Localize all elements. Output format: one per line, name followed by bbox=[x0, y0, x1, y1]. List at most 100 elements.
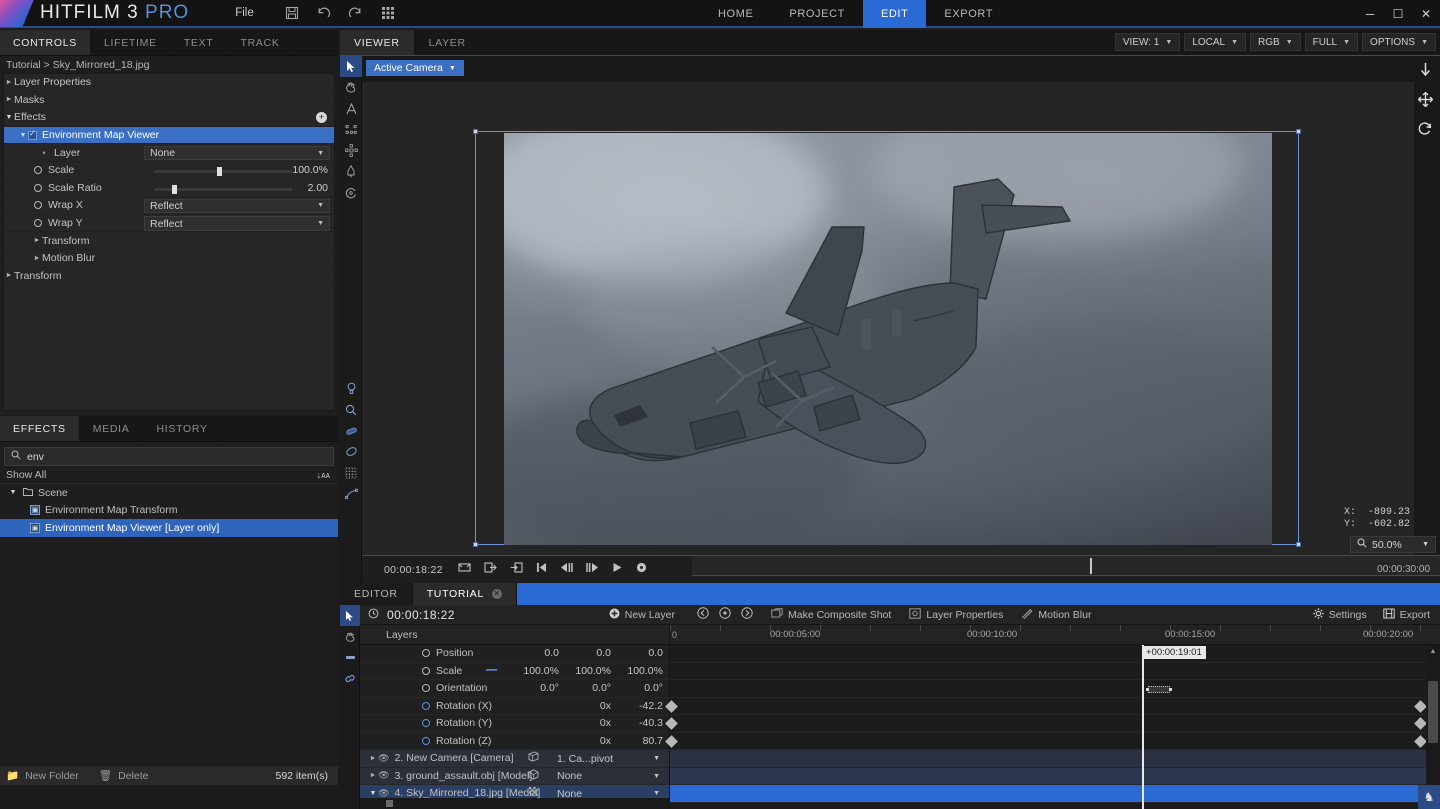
keyframe-stopwatch-icon[interactable] bbox=[422, 719, 430, 728]
loop-icon[interactable] bbox=[458, 562, 471, 576]
mask-path-icon[interactable] bbox=[340, 483, 362, 504]
value-y[interactable]: 100.0% bbox=[559, 665, 611, 677]
chevron-right-icon[interactable]: ► bbox=[4, 79, 14, 86]
chevron-down-icon[interactable]: ▼ bbox=[368, 790, 378, 797]
tab-layer[interactable]: LAYER bbox=[415, 30, 481, 55]
keyframe-marker[interactable] bbox=[1414, 734, 1427, 748]
track-row-ground-assault[interactable] bbox=[670, 767, 1426, 785]
track-row-sky-mirrored[interactable] bbox=[670, 785, 1426, 803]
tree-row-effects[interactable]: ▼ Effects + bbox=[4, 109, 334, 127]
track-row-rotation-x[interactable] bbox=[665, 698, 1427, 715]
text-icon[interactable] bbox=[340, 98, 362, 119]
move-gizmo-icon[interactable] bbox=[340, 140, 362, 161]
viewer-timecode[interactable]: 00:00:18:22 bbox=[384, 564, 443, 576]
tab-controls[interactable]: CONTROLS bbox=[0, 30, 91, 55]
tree-row-layer[interactable]: • Layer None ▼ bbox=[4, 144, 334, 162]
select-arrow-icon[interactable] bbox=[340, 56, 362, 77]
delete-button[interactable]: Delete bbox=[118, 770, 148, 782]
keyframe-marker[interactable] bbox=[1414, 699, 1427, 713]
keyframe-stopwatch-icon[interactable] bbox=[422, 701, 430, 710]
save-icon[interactable] bbox=[284, 5, 300, 21]
tree-row-transform[interactable]: ► Transform bbox=[4, 268, 334, 286]
timeline-playhead[interactable] bbox=[1142, 645, 1144, 809]
new-layer-button[interactable]: New Layer bbox=[609, 608, 675, 622]
property-values[interactable]: 0x -42.2 bbox=[559, 700, 663, 712]
property-row-rotation-y[interactable]: Rotation (Y) 0x -40.3 bbox=[360, 715, 669, 733]
scale-ratio-value[interactable]: 2.00 bbox=[308, 182, 328, 194]
timeline-export-button[interactable]: Export bbox=[1382, 608, 1430, 622]
timeline-ruler[interactable]: 0 00:00:05:00 00:00:10:00 00:00:15:00 00… bbox=[670, 625, 1440, 645]
layer-row-new-camera[interactable]: ► 👁 2. New Camera [Camera] 1. Ca...pivot… bbox=[360, 750, 669, 768]
viewer-scrub-bar[interactable] bbox=[692, 556, 1440, 576]
scale-value[interactable]: 100.0% bbox=[292, 164, 328, 176]
view-count-dropdown[interactable]: VIEW: 1 ▼ bbox=[1114, 33, 1181, 51]
tree-row-scale-ratio[interactable]: Scale Ratio 2.00 bbox=[4, 180, 334, 198]
keyframe-stopwatch-icon[interactable] bbox=[422, 649, 430, 658]
chevron-down-icon[interactable]: ▼ bbox=[4, 114, 14, 121]
orbit-icon[interactable] bbox=[340, 182, 362, 203]
nav-tab-edit[interactable]: EDIT bbox=[862, 0, 927, 28]
value-degrees[interactable]: -40.3 bbox=[611, 717, 663, 729]
tab-track[interactable]: TRACK bbox=[227, 30, 294, 55]
keyframe-stopwatch-icon[interactable] bbox=[422, 684, 430, 693]
property-row-scale[interactable]: Scale ━━ 100.0% 100.0% 100.0% bbox=[360, 663, 669, 680]
timeline-settings-button[interactable]: Settings bbox=[1312, 607, 1367, 622]
value-x[interactable]: 0.0° bbox=[507, 682, 559, 694]
track-row-rotation-y[interactable] bbox=[665, 715, 1427, 733]
razor-icon[interactable] bbox=[340, 647, 360, 668]
effect-item-environment-map-viewer[interactable]: ▣ Environment Map Viewer [Layer only] bbox=[0, 519, 338, 537]
link-dimensions-icon[interactable]: ━━ bbox=[486, 665, 497, 676]
chevron-right-icon[interactable]: ► bbox=[32, 255, 42, 262]
value-degrees[interactable]: 80.7 bbox=[611, 735, 663, 747]
chevron-down-icon[interactable]: ▼ bbox=[18, 132, 28, 139]
tree-row-layer-properties[interactable]: ► Layer Properties bbox=[4, 74, 334, 92]
rotate-icon[interactable] bbox=[1418, 122, 1432, 139]
viewer-canvas[interactable] bbox=[362, 82, 1414, 555]
nav-tab-project[interactable]: PROJECT bbox=[771, 0, 863, 28]
coordinate-space-dropdown[interactable]: LOCAL ▼ bbox=[1184, 33, 1247, 51]
tab-history[interactable]: HISTORY bbox=[144, 416, 222, 441]
keyframe-stopwatch-icon[interactable] bbox=[422, 736, 430, 745]
keyframe-drag-handle[interactable] bbox=[1146, 686, 1172, 693]
layer-dropdown[interactable]: None ▼ bbox=[144, 145, 330, 161]
sort-az-icon[interactable]: ↓ᴀᴀ bbox=[317, 470, 330, 480]
keyframe-stopwatch-icon[interactable] bbox=[34, 183, 42, 192]
property-row-position[interactable]: Position 0.0 0.0 0.0 bbox=[360, 645, 669, 663]
tab-media[interactable]: MEDIA bbox=[80, 416, 144, 441]
scrollbar-thumb[interactable] bbox=[386, 800, 393, 807]
hand-pan-icon[interactable] bbox=[340, 77, 362, 98]
export-out-icon[interactable] bbox=[484, 562, 497, 576]
tab-effects[interactable]: EFFECTS bbox=[0, 416, 80, 441]
chevron-right-icon[interactable]: ► bbox=[32, 237, 42, 244]
scale-slider-handle[interactable] bbox=[217, 166, 222, 176]
light-bulb-icon[interactable] bbox=[340, 378, 362, 399]
tree-row-effect-transform[interactable]: ► Transform bbox=[4, 232, 334, 250]
add-keyframe-icon[interactable] bbox=[719, 607, 731, 622]
value-x[interactable]: 0.0 bbox=[507, 647, 559, 659]
step-forward-icon[interactable] bbox=[586, 562, 599, 576]
value-z[interactable]: 100.0% bbox=[611, 665, 663, 677]
new-folder-button[interactable]: New Folder bbox=[25, 770, 79, 782]
track-row-rotation-z[interactable] bbox=[665, 733, 1427, 750]
quality-dropdown[interactable]: FULL ▼ bbox=[1304, 33, 1359, 51]
next-keyframe-icon[interactable] bbox=[741, 607, 753, 622]
make-composite-shot-button[interactable]: Make Composite Shot bbox=[771, 607, 891, 622]
tree-row-effect-motion-blur[interactable]: ► Motion Blur bbox=[4, 250, 334, 268]
show-all-row[interactable]: Show All ↓ᴀᴀ bbox=[0, 466, 338, 484]
tab-viewer[interactable]: VIEWER bbox=[340, 30, 415, 55]
value-z[interactable]: 0.0 bbox=[611, 647, 663, 659]
tab-lifetime[interactable]: LIFETIME bbox=[91, 30, 171, 55]
chevron-right-icon[interactable]: ► bbox=[4, 96, 14, 103]
parent-dropdown[interactable]: None ▼ bbox=[552, 769, 665, 784]
visibility-eye-icon[interactable]: 👁 bbox=[378, 770, 389, 781]
scale-ratio-slider-handle[interactable] bbox=[172, 184, 177, 194]
channel-dropdown[interactable]: RGB ▼ bbox=[1250, 33, 1301, 51]
hand-pan-icon[interactable] bbox=[340, 626, 360, 647]
mask-points-icon[interactable] bbox=[340, 119, 362, 140]
effects-search-box[interactable] bbox=[4, 447, 334, 466]
layer-properties-button[interactable]: Layer Properties bbox=[909, 607, 1003, 622]
motion-blur-button[interactable]: Motion Blur bbox=[1021, 608, 1091, 622]
value-y[interactable]: 0.0° bbox=[559, 682, 611, 694]
value-degrees[interactable]: -42.2 bbox=[611, 700, 663, 712]
scale-ratio-slider[interactable] bbox=[154, 184, 292, 194]
